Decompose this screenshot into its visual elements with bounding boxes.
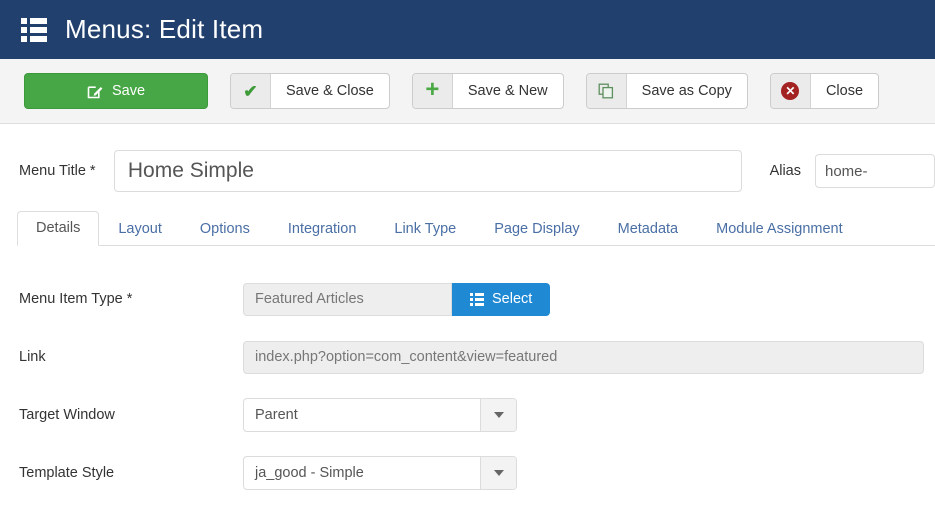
menu-title-input[interactable] xyxy=(113,150,742,192)
chevron-down-icon[interactable] xyxy=(480,399,516,431)
tab-link-type[interactable]: Link Type xyxy=(375,212,475,247)
link-row: Link index.php?option=com_content&view=f… xyxy=(0,328,935,386)
page-header: Menus: Edit Item xyxy=(0,0,935,59)
save-as-copy-button[interactable]: Save as Copy xyxy=(585,73,748,109)
target-window-select[interactable]: Parent xyxy=(243,398,517,432)
chevron-down-icon[interactable] xyxy=(480,457,516,489)
select-menu-item-type-button[interactable]: Select xyxy=(452,282,551,316)
link-value: index.php?option=com_content&view=featur… xyxy=(243,340,924,374)
menu-item-type-row: Menu Item Type * Featured Articles Selec… xyxy=(0,270,935,328)
alias-label: Alias xyxy=(769,163,801,179)
tab-metadata[interactable]: Metadata xyxy=(599,212,697,247)
menu-title-label: Menu Title * xyxy=(19,163,96,179)
tab-options[interactable]: Options xyxy=(181,212,269,247)
alias-input[interactable] xyxy=(815,154,935,188)
tab-module-assignment[interactable]: Module Assignment xyxy=(697,212,862,247)
tab-details[interactable]: Details xyxy=(17,210,100,246)
template-style-row: Template Style ja_good - Simple xyxy=(0,444,935,502)
check-icon: ✔ xyxy=(231,74,271,108)
list-view-icon xyxy=(21,17,47,42)
template-style-select[interactable]: ja_good - Simple xyxy=(243,456,517,490)
tab-layout[interactable]: Layout xyxy=(99,212,181,247)
tab-bar: Details Layout Options Integration Link … xyxy=(17,208,935,246)
target-window-label: Target Window xyxy=(19,407,115,423)
menu-item-type-value: Featured Articles xyxy=(243,282,452,316)
details-form: Menu Item Type * Featured Articles Selec… xyxy=(0,246,935,502)
menu-item-type-label: Menu Item Type * xyxy=(19,291,133,307)
save-button[interactable]: Save xyxy=(24,73,208,109)
template-style-value: ja_good - Simple xyxy=(255,465,364,481)
tab-integration[interactable]: Integration xyxy=(269,212,376,247)
save-and-new-button[interactable]: + Save & New xyxy=(411,73,564,109)
save-as-copy-label: Save as Copy xyxy=(641,83,732,99)
menu-title-row: Menu Title * Alias xyxy=(0,124,935,192)
close-button[interactable]: ✕ Close xyxy=(769,73,880,109)
save-and-close-label: Save & Close xyxy=(286,83,374,99)
save-and-new-label: Save & New xyxy=(467,83,548,99)
close-circle-icon: ✕ xyxy=(770,74,811,108)
save-button-label: Save xyxy=(111,83,146,99)
tab-page-display[interactable]: Page Display xyxy=(475,212,598,247)
target-window-value: Parent xyxy=(255,407,298,423)
template-style-label: Template Style xyxy=(19,465,115,481)
link-label: Link xyxy=(19,349,46,365)
save-and-close-button[interactable]: ✔ Save & Close xyxy=(230,73,390,109)
pencil-square-icon xyxy=(87,83,103,99)
close-label: Close xyxy=(825,83,864,99)
plus-icon: + xyxy=(412,74,453,108)
toolbar: Save ✔ Save & Close + Save & New Save as… xyxy=(0,59,935,124)
list-view-icon xyxy=(470,292,484,306)
copy-icon xyxy=(586,74,627,108)
page-title: Menus: Edit Item xyxy=(65,14,264,44)
target-window-row: Target Window Parent xyxy=(0,386,935,444)
select-button-label: Select xyxy=(492,291,533,307)
